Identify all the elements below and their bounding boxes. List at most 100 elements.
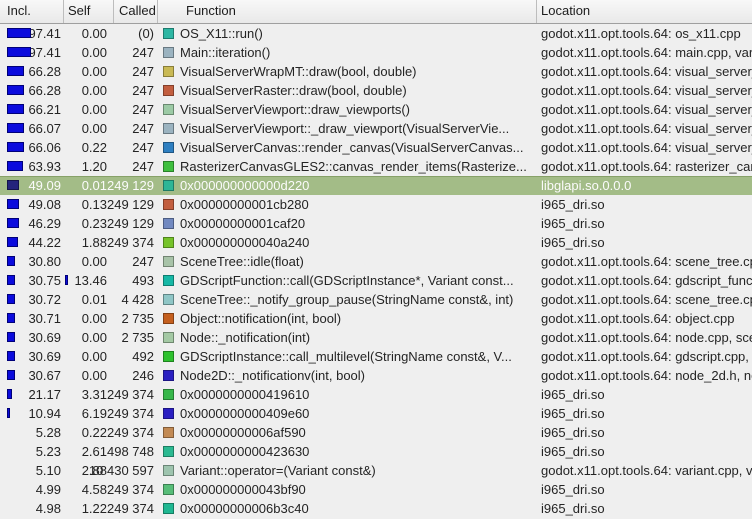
cost-bar [7,256,15,266]
incl-cell: 66.06 [0,138,64,157]
incl-cell: 21.17 [0,385,64,404]
location-value: i965_dri.so [541,235,605,250]
function-cell: Variant::operator=(Variant const&) [158,461,537,480]
incl-value: 66.07 [28,121,61,136]
profiler-flat-view: Incl. Self Called Function Location 97.4… [0,0,752,519]
called-value: (0) [138,26,154,41]
location-value: godot.x11.opt.tools.64: gdscript_functio [541,273,752,288]
column-header-incl[interactable]: Incl. [0,0,64,23]
self-cell: 1.20 [64,157,114,176]
function-cell: RasterizerCanvasGLES2::canvas_render_ite… [158,157,537,176]
function-name: Variant::operator=(Variant const&) [180,461,376,480]
table-row[interactable]: 30.75 13.46 493 GDScriptFunction::call(G… [0,271,752,290]
table-row[interactable]: 66.07 0.00 247 VisualServerViewport::_dr… [0,119,752,138]
function-name: 0x00000000006af590 [180,423,306,442]
table-row[interactable]: 66.28 0.00 247 VisualServerRaster::draw(… [0,81,752,100]
incl-cell: 30.80 [0,252,64,271]
called-cell: 492 [114,347,158,366]
called-value: 247 [132,254,154,269]
location-cell: i965_dri.so [537,442,752,461]
incl-cell: 66.28 [0,62,64,81]
table-row[interactable]: 4.98 1.22 249 374 0x00000000006b3c40 i96… [0,499,752,518]
self-value: 13.46 [74,273,107,288]
column-header-self[interactable]: Self [64,0,114,23]
incl-cell: 4.99 [0,480,64,499]
incl-cell: 97.41 [0,24,64,43]
table-row[interactable]: 30.67 0.00 246 Node2D::_notificationv(in… [0,366,752,385]
function-color-icon [163,294,174,305]
table-row[interactable]: 4.99 4.58 249 374 0x000000000043bf90 i96… [0,480,752,499]
table-row[interactable]: 10.94 6.19 249 374 0x0000000000409e60 i9… [0,404,752,423]
table-row[interactable]: 63.93 1.20 247 RasterizerCanvasGLES2::ca… [0,157,752,176]
incl-value: 66.28 [28,83,61,98]
incl-value: 63.93 [28,159,61,174]
called-cell: 2 735 [114,328,158,347]
table-row[interactable]: 5.10 2.88 10 430 597 Variant::operator=(… [0,461,752,480]
table-row[interactable]: 66.21 0.00 247 VisualServerViewport::dra… [0,100,752,119]
table-row[interactable]: 66.28 0.00 247 VisualServerWrapMT::draw(… [0,62,752,81]
table-row[interactable]: 66.06 0.22 247 VisualServerCanvas::rende… [0,138,752,157]
table-row[interactable]: 97.41 0.00 247 Main::iteration() godot.x… [0,43,752,62]
self-value: 0.00 [82,83,107,98]
table-row[interactable]: 97.41 0.00 (0) OS_X11::run() godot.x11.o… [0,24,752,43]
cost-bar [7,104,24,114]
self-value: 0.00 [82,26,107,41]
table-row[interactable]: 30.69 0.00 2 735 Node::_notification(int… [0,328,752,347]
function-cell: 0x000000000040a240 [158,233,537,252]
incl-cell: 5.28 [0,423,64,442]
self-cell: 2.61 [64,442,114,461]
self-cell: 0.01 [64,290,114,309]
column-header-function[interactable]: Function [158,0,537,23]
incl-cell: 97.41 [0,43,64,62]
function-name: 0x000000000000d220 [180,176,309,195]
function-name: OS_X11::run() [180,24,263,43]
called-value: 2 735 [121,330,154,345]
called-cell: 247 [114,100,158,119]
function-color-icon [163,237,174,248]
table-header: Incl. Self Called Function Location [0,0,752,24]
incl-value: 97.41 [28,45,61,60]
cost-bar [7,161,23,171]
table-row[interactable]: 21.17 3.31 249 374 0x0000000000419610 i9… [0,385,752,404]
table-row[interactable]: 30.80 0.00 247 SceneTree::idle(float) go… [0,252,752,271]
incl-cell: 66.07 [0,119,64,138]
function-cell: 0x00000000006af590 [158,423,537,442]
called-cell: 247 [114,119,158,138]
table-row[interactable]: 30.69 0.00 492 GDScriptInstance::call_mu… [0,347,752,366]
function-color-icon [163,370,174,381]
location-cell: godot.x11.opt.tools.64: os_x11.cpp [537,24,752,43]
cost-bar [7,85,24,95]
table-row[interactable]: 49.09 0.01 249 129 0x000000000000d220 li… [0,176,752,195]
function-cell: VisualServerRaster::draw(bool, double) [158,81,537,100]
called-cell: 247 [114,43,158,62]
function-cell: VisualServerCanvas::render_canvas(Visual… [158,138,537,157]
self-cell: 2.88 [64,461,114,480]
function-name: 0x0000000000419610 [180,385,309,404]
column-header-called[interactable]: Called [114,0,158,23]
incl-cell: 46.29 [0,214,64,233]
table-row[interactable]: 30.71 0.00 2 735 Object::notification(in… [0,309,752,328]
column-header-location[interactable]: Location [537,0,752,23]
incl-value: 4.98 [36,501,61,516]
table-row[interactable]: 49.08 0.13 249 129 0x00000000001cb280 i9… [0,195,752,214]
location-cell: godot.x11.opt.tools.64: rasterizer_canv [537,157,752,176]
table-row[interactable]: 5.28 0.22 249 374 0x00000000006af590 i96… [0,423,752,442]
table-row[interactable]: 5.23 2.61 498 748 0x0000000000423630 i96… [0,442,752,461]
location-value: godot.x11.opt.tools.64: visual_server_w [541,64,752,79]
self-value: 1.22 [82,501,107,516]
cost-bar [7,199,19,209]
self-value: 0.00 [82,102,107,117]
function-color-icon [163,484,174,495]
function-color-icon [163,427,174,438]
function-name: Main::iteration() [180,43,270,62]
incl-value: 5.23 [36,444,61,459]
function-name: Node2D::_notificationv(int, bool) [180,366,365,385]
location-cell: godot.x11.opt.tools.64: visual_server_ca [537,138,752,157]
function-color-icon [163,389,174,400]
table-row[interactable]: 30.72 0.01 4 428 SceneTree::_notify_grou… [0,290,752,309]
location-value: i965_dri.so [541,425,605,440]
function-list: 97.41 0.00 (0) OS_X11::run() godot.x11.o… [0,24,752,518]
table-row[interactable]: 44.22 1.88 249 374 0x000000000040a240 i9… [0,233,752,252]
table-row[interactable]: 46.29 0.23 249 129 0x00000000001caf20 i9… [0,214,752,233]
function-color-icon [163,465,174,476]
